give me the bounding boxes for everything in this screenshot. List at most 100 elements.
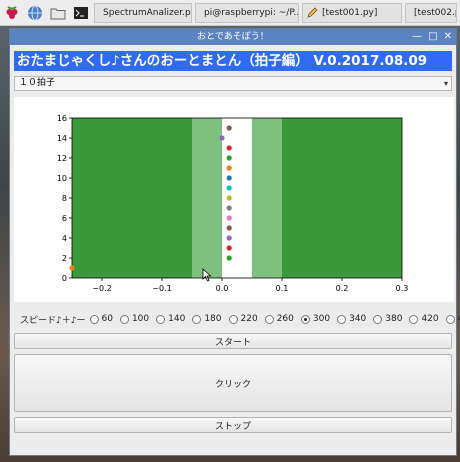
x-tick-label: −0.2 [92,284,111,293]
x-tick-label: 0.2 [336,284,349,293]
speed-option-label: 220 [240,314,258,324]
close-icon[interactable]: ✕ [444,29,452,45]
data-point [226,165,232,171]
speed-option-label: 420 [421,314,439,324]
y-tick-label: 14 [57,134,67,143]
plot-region [222,118,252,278]
speed-option-label: 340 [349,314,367,324]
radio-button[interactable] [264,314,274,324]
radio-button[interactable] [300,314,310,324]
file-manager-icon[interactable] [48,3,68,23]
window-controls: — □ ✕ [412,29,452,45]
click-button[interactable]: クリック [14,354,452,412]
taskbar-task-label: pi@raspberrypi: ~/P... [204,7,299,18]
data-point [226,235,232,241]
radio-button[interactable] [156,314,166,324]
plot-region [192,118,222,278]
speed-option-label: 60 [101,314,113,324]
radio-button[interactable] [89,314,99,324]
meter-select-value: １０拍子 [19,78,56,88]
radio-button[interactable] [409,314,419,324]
plot-region [72,118,192,278]
taskbar-task-label: [test001.py] [322,7,378,18]
speed-option-label: 140 [168,314,186,324]
speed-option-100[interactable]: 100 [119,314,150,324]
speed-option-220[interactable]: 220 [228,314,258,324]
data-point [226,125,232,131]
speed-option-label: 300 [312,314,331,324]
app-window: おとであそぼう！ — □ ✕ おたまじゃくし♪さんのおーとまとん（拍子編） V.… [9,28,460,456]
y-tick-label: 6 [62,214,67,223]
speed-option-label: 260 [276,314,294,324]
y-tick-label: 16 [57,114,67,123]
x-tick-label: 0.3 [396,284,409,293]
speed-option-label: 100 [131,314,150,324]
y-tick-label: 10 [57,174,67,183]
scatter-chart: −0.2 −0.1 0.0 0.1 0.2 0.3 0 2 4 6 8 10 12 14 16 [57,114,409,293]
speed-option-260[interactable]: 260 [264,314,294,324]
data-point [219,135,225,141]
app-title-banner: おたまじゃくし♪さんのおーとまとん（拍子編） V.0.2017.08.09 [14,51,452,71]
start-button[interactable]: スタート [14,333,452,349]
x-tick-label: −0.1 [152,284,171,293]
terminal-launcher-icon[interactable] [71,3,91,23]
speed-option-label: 380 [385,314,403,324]
data-point [226,145,232,151]
speed-option-140[interactable]: 140 [156,314,185,324]
data-point [226,245,232,251]
minimize-icon[interactable]: — [412,29,422,45]
stop-button[interactable]: ストップ [14,417,452,433]
meter-select[interactable]: １０拍子 ▾ [14,76,452,91]
taskbar-task-test001[interactable]: [test001.py] [302,2,402,23]
taskbar-task-label: SpectrumAnalizer.py [103,7,192,18]
data-point [226,195,232,201]
radio-button[interactable] [192,314,202,324]
speed-option-340[interactable]: 340 [337,314,366,324]
chevron-down-icon: ▾ [443,79,448,88]
speed-option-380[interactable]: 380 [373,314,402,324]
taskbar-task-test002[interactable]: [test002.p [405,2,457,23]
pencil-icon [307,7,318,18]
raspberry-menu-icon[interactable] [2,3,22,23]
data-point [226,255,232,261]
taskbar-task-terminal[interactable]: pi@raspberrypi: ~/P... [195,2,299,23]
radio-button[interactable] [445,314,455,324]
taskbar-task-spectrum-analizer[interactable]: SpectrumAnalizer.py [94,2,192,23]
radio-button[interactable] [119,314,129,324]
y-tick-label: 2 [62,254,67,263]
web-browser-icon[interactable] [25,3,45,23]
y-tick-label: 8 [62,194,67,203]
data-point [226,205,232,211]
radio-button[interactable] [228,314,238,324]
data-point [226,185,232,191]
speed-option-300[interactable]: 300 [300,314,331,324]
speed-option-460[interactable]: 460 [445,314,460,324]
speed-label: スピード♪＋♪ー [20,315,86,326]
data-point [226,215,232,221]
data-point [226,155,232,161]
radio-button[interactable] [373,314,383,324]
speed-radio-group: スピード♪＋♪ー 60 100 140 180 220 260 300 340 380 420 46… [20,312,460,326]
plot-region [282,118,402,278]
speed-option-60[interactable]: 60 [89,314,113,324]
x-tick-label: 0.1 [276,284,289,293]
mouse-cursor-icon [202,268,212,282]
taskbar-task-label: [test002.p [414,7,457,18]
metronome-plot: −0.2 −0.1 0.0 0.1 0.2 0.3 0 2 4 6 8 10 12 14 16 [14,97,454,302]
speed-option-180[interactable]: 180 [192,314,222,324]
window-title: おとであそぼう！ [197,32,269,42]
data-point [226,175,232,181]
data-point [226,225,232,231]
y-tick-label: 0 [62,274,67,283]
maximize-icon[interactable]: □ [428,29,437,45]
desktop-taskbar: SpectrumAnalizer.py pi@raspberrypi: ~/P.… [0,0,460,26]
y-tick-label: 12 [57,154,67,163]
y-tick-label: 4 [62,234,67,243]
speed-option-label: 180 [204,314,222,324]
data-point [69,265,75,271]
window-titlebar[interactable]: おとであそぼう！ — □ ✕ [10,29,456,45]
x-tick-label: 0.0 [216,284,229,293]
radio-button[interactable] [337,314,347,324]
speed-option-420[interactable]: 420 [409,314,439,324]
plot-region [252,118,282,278]
